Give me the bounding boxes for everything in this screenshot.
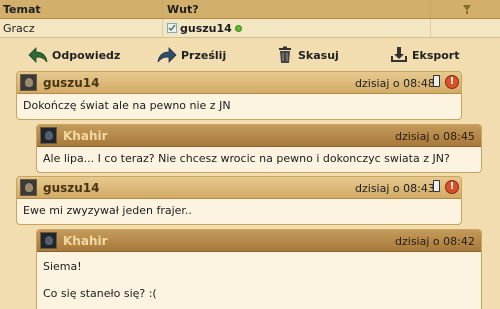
trash-icon [279,46,291,63]
message-timestamp: dzisiaj o 08:42 [395,235,475,248]
topic-value: Gracz [0,19,163,37]
avatar[interactable] [20,74,37,91]
avatar[interactable] [20,179,37,196]
delete-label: Skasuj [298,48,339,62]
report-icon[interactable]: ! [445,180,459,194]
message-text: Ale lipa... I co teraz? Nie chcesz wroci… [43,152,450,165]
message-item: Khahir dzisiaj o 08:42 Siema! Co się sta… [36,229,482,309]
player-cell: guszu14 [163,19,431,37]
delete-button[interactable]: Skasuj [278,44,339,66]
message-line: Siema! [43,260,82,273]
export-button[interactable]: Eksport [390,44,460,66]
author-name[interactable]: guszu14 [43,181,100,195]
author-name[interactable]: Khahir [63,129,108,143]
message-line: Co się staneło się? :( [43,287,157,300]
sort-arrow-icon [463,5,471,14]
message-header-table: Temat Wut? Gracz guszu14 [0,0,500,38]
forward-button[interactable]: Prześlij [157,44,226,66]
player-check-icon [167,23,177,33]
mobile-phone-icon [433,180,440,192]
empty-cell [431,19,500,37]
message-header: guszu14 dzisiaj o 08:48 ! [17,72,461,94]
reply-arrow-icon [28,47,48,63]
message-text: Dokończę świat ale na pewno nie z JN [23,99,231,112]
message-timestamp: dzisiaj o 08:45 [395,130,475,143]
forward-arrow-icon [157,47,177,63]
message-text: Ewe mi zwyzywał jeden frajer.. [23,204,192,217]
column-topic-header[interactable]: Temat [0,0,163,18]
message-toolbar: Odpowiedz Prześlij Skasuj Eksport [0,40,500,70]
message-timestamp: dzisiaj o 08:43 [355,182,435,195]
report-icon[interactable]: ! [445,75,459,89]
message-item: guszu14 dzisiaj o 08:48 ! Dokończę świat… [16,71,462,120]
mobile-phone-icon [433,75,440,87]
reply-label: Odpowiedz [52,48,121,62]
message-header: Khahir dzisiaj o 08:42 [37,230,481,252]
column-wut-header[interactable]: Wut? [163,0,431,18]
sort-toggle[interactable] [431,0,500,18]
message-timestamp: dzisiaj o 08:48 [355,77,435,90]
message-header: Khahir dzisiaj o 08:45 [37,125,481,147]
message-header: guszu14 dzisiaj o 08:43 ! [17,177,461,199]
author-name[interactable]: guszu14 [43,76,100,90]
reply-button[interactable]: Odpowiedz [28,44,120,66]
download-icon [391,47,407,62]
table-header-row: Temat Wut? [0,0,500,19]
message-text: Siema! Co się staneło się? :( [37,252,481,306]
message-item: guszu14 dzisiaj o 08:43 ! Ewe mi zwyzywa… [16,176,462,225]
table-row: Gracz guszu14 [0,19,500,38]
player-link[interactable]: guszu14 [180,22,232,35]
online-status-icon [234,24,242,32]
export-label: Eksport [412,48,460,62]
avatar[interactable] [40,232,57,249]
message-item: Khahir dzisiaj o 08:45 Ale lipa... I co … [36,124,482,173]
author-name[interactable]: Khahir [63,234,108,248]
avatar[interactable] [40,127,57,144]
forward-label: Prześlij [181,48,227,62]
